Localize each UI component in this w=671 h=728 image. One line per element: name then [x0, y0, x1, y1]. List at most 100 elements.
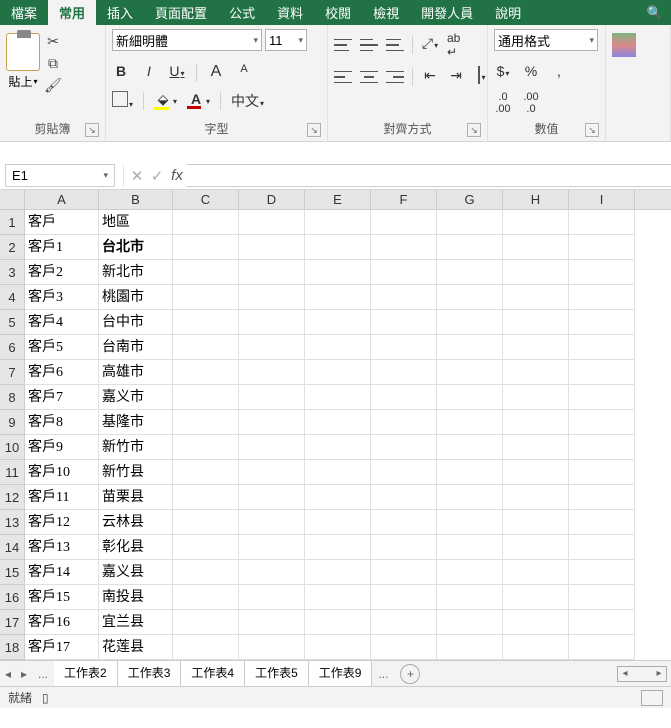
align-left-icon[interactable]	[334, 69, 352, 85]
tab-file[interactable]: 檔案	[0, 0, 48, 25]
horizontal-scrollbar[interactable]: ◂▸	[617, 666, 667, 682]
cell-A9[interactable]: 客戶8	[25, 410, 99, 435]
tab-help[interactable]: 說明	[484, 0, 532, 25]
cell-B4[interactable]: 桃園市	[99, 285, 173, 310]
cell-A12[interactable]: 客戶11	[25, 485, 99, 510]
sheet-nav-dots-right[interactable]: ...	[372, 667, 394, 681]
cell-I2[interactable]	[569, 235, 635, 260]
cell-E5[interactable]	[305, 310, 371, 335]
cell-E7[interactable]	[305, 360, 371, 385]
cell-B13[interactable]: 云林县	[99, 510, 173, 535]
cell-I13[interactable]	[569, 510, 635, 535]
sheet-tab[interactable]: 工作表9	[309, 661, 373, 686]
wrap-text-button[interactable]: ab↵	[447, 31, 460, 59]
cell-B2[interactable]: 台北市	[99, 235, 173, 260]
cell-C11[interactable]	[173, 460, 239, 485]
cell-H6[interactable]	[503, 335, 569, 360]
cell-C16[interactable]	[173, 585, 239, 610]
cell-I14[interactable]	[569, 535, 635, 560]
cell-E1[interactable]	[305, 210, 371, 235]
italic-button[interactable]: I	[140, 63, 158, 83]
copy-icon[interactable]: ⧉	[44, 55, 62, 71]
cancel-icon[interactable]: ✕	[127, 167, 147, 185]
fill-color-button[interactable]: ⬙▾	[154, 91, 177, 111]
row-header[interactable]: 8	[0, 385, 25, 410]
cell-C6[interactable]	[173, 335, 239, 360]
sheet-nav-prev-icon[interactable]: ◂	[0, 667, 16, 681]
row-header[interactable]: 13	[0, 510, 25, 535]
cell-A10[interactable]: 客戶9	[25, 435, 99, 460]
row-header[interactable]: 14	[0, 535, 25, 560]
cell-F13[interactable]	[371, 510, 437, 535]
cell-B6[interactable]: 台南市	[99, 335, 173, 360]
cell-I3[interactable]	[569, 260, 635, 285]
paste-button[interactable]: 貼上▾	[8, 73, 37, 90]
cell-G10[interactable]	[437, 435, 503, 460]
underline-button[interactable]: U▾	[168, 63, 186, 83]
cell-C4[interactable]	[173, 285, 239, 310]
cell-F14[interactable]	[371, 535, 437, 560]
cell-G13[interactable]	[437, 510, 503, 535]
cell-G14[interactable]	[437, 535, 503, 560]
cell-E17[interactable]	[305, 610, 371, 635]
cell-I10[interactable]	[569, 435, 635, 460]
cell-F8[interactable]	[371, 385, 437, 410]
cell-H10[interactable]	[503, 435, 569, 460]
tab-review[interactable]: 校閱	[314, 0, 362, 25]
cell-D18[interactable]	[239, 635, 305, 660]
cell-C10[interactable]	[173, 435, 239, 460]
cell-G8[interactable]	[437, 385, 503, 410]
align-center-icon[interactable]	[360, 69, 378, 85]
cell-F15[interactable]	[371, 560, 437, 585]
row-header[interactable]: 10	[0, 435, 25, 460]
cell-G7[interactable]	[437, 360, 503, 385]
cut-icon[interactable]: ✂	[44, 33, 62, 49]
phonetic-button[interactable]: 中⽂▾	[231, 91, 264, 111]
cell-D17[interactable]	[239, 610, 305, 635]
cell-B10[interactable]: 新竹市	[99, 435, 173, 460]
cell-A5[interactable]: 客戶4	[25, 310, 99, 335]
cell-B9[interactable]: 基隆市	[99, 410, 173, 435]
cell-C14[interactable]	[173, 535, 239, 560]
cell-H17[interactable]	[503, 610, 569, 635]
column-header-D[interactable]: D	[239, 190, 305, 209]
cell-I1[interactable]	[569, 210, 635, 235]
cell-I12[interactable]	[569, 485, 635, 510]
cell-E4[interactable]	[305, 285, 371, 310]
cell-E14[interactable]	[305, 535, 371, 560]
cell-G18[interactable]	[437, 635, 503, 660]
cell-H18[interactable]	[503, 635, 569, 660]
sheet-nav-next-icon[interactable]: ▸	[16, 667, 32, 681]
sheet-tab[interactable]: 工作表3	[118, 661, 182, 686]
cell-C13[interactable]	[173, 510, 239, 535]
row-header[interactable]: 7	[0, 360, 25, 385]
decrease-indent-icon[interactable]: ⇤	[421, 67, 439, 87]
cell-I18[interactable]	[569, 635, 635, 660]
column-header-F[interactable]: F	[371, 190, 437, 209]
cell-E12[interactable]	[305, 485, 371, 510]
cell-C8[interactable]	[173, 385, 239, 410]
accounting-format-button[interactable]: $▾	[494, 63, 512, 83]
cell-I6[interactable]	[569, 335, 635, 360]
row-header[interactable]: 17	[0, 610, 25, 635]
cell-B1[interactable]: 地區	[99, 210, 173, 235]
sheet-tab[interactable]: 工作表4	[181, 661, 245, 686]
cell-H5[interactable]	[503, 310, 569, 335]
cell-D1[interactable]	[239, 210, 305, 235]
cell-I16[interactable]	[569, 585, 635, 610]
cell-C7[interactable]	[173, 360, 239, 385]
cell-C3[interactable]	[173, 260, 239, 285]
align-right-icon[interactable]	[386, 69, 404, 85]
row-header[interactable]: 16	[0, 585, 25, 610]
border-button[interactable]: ▾	[112, 91, 133, 111]
cell-B17[interactable]: 宜兰县	[99, 610, 173, 635]
cell-C17[interactable]	[173, 610, 239, 635]
cell-B7[interactable]: 高雄市	[99, 360, 173, 385]
grow-font-button[interactable]: A	[207, 63, 225, 83]
cell-A16[interactable]: 客戶15	[25, 585, 99, 610]
cell-E15[interactable]	[305, 560, 371, 585]
cell-B15[interactable]: 嘉义县	[99, 560, 173, 585]
select-all-corner[interactable]	[0, 190, 25, 209]
cell-D5[interactable]	[239, 310, 305, 335]
cell-B8[interactable]: 嘉义市	[99, 385, 173, 410]
